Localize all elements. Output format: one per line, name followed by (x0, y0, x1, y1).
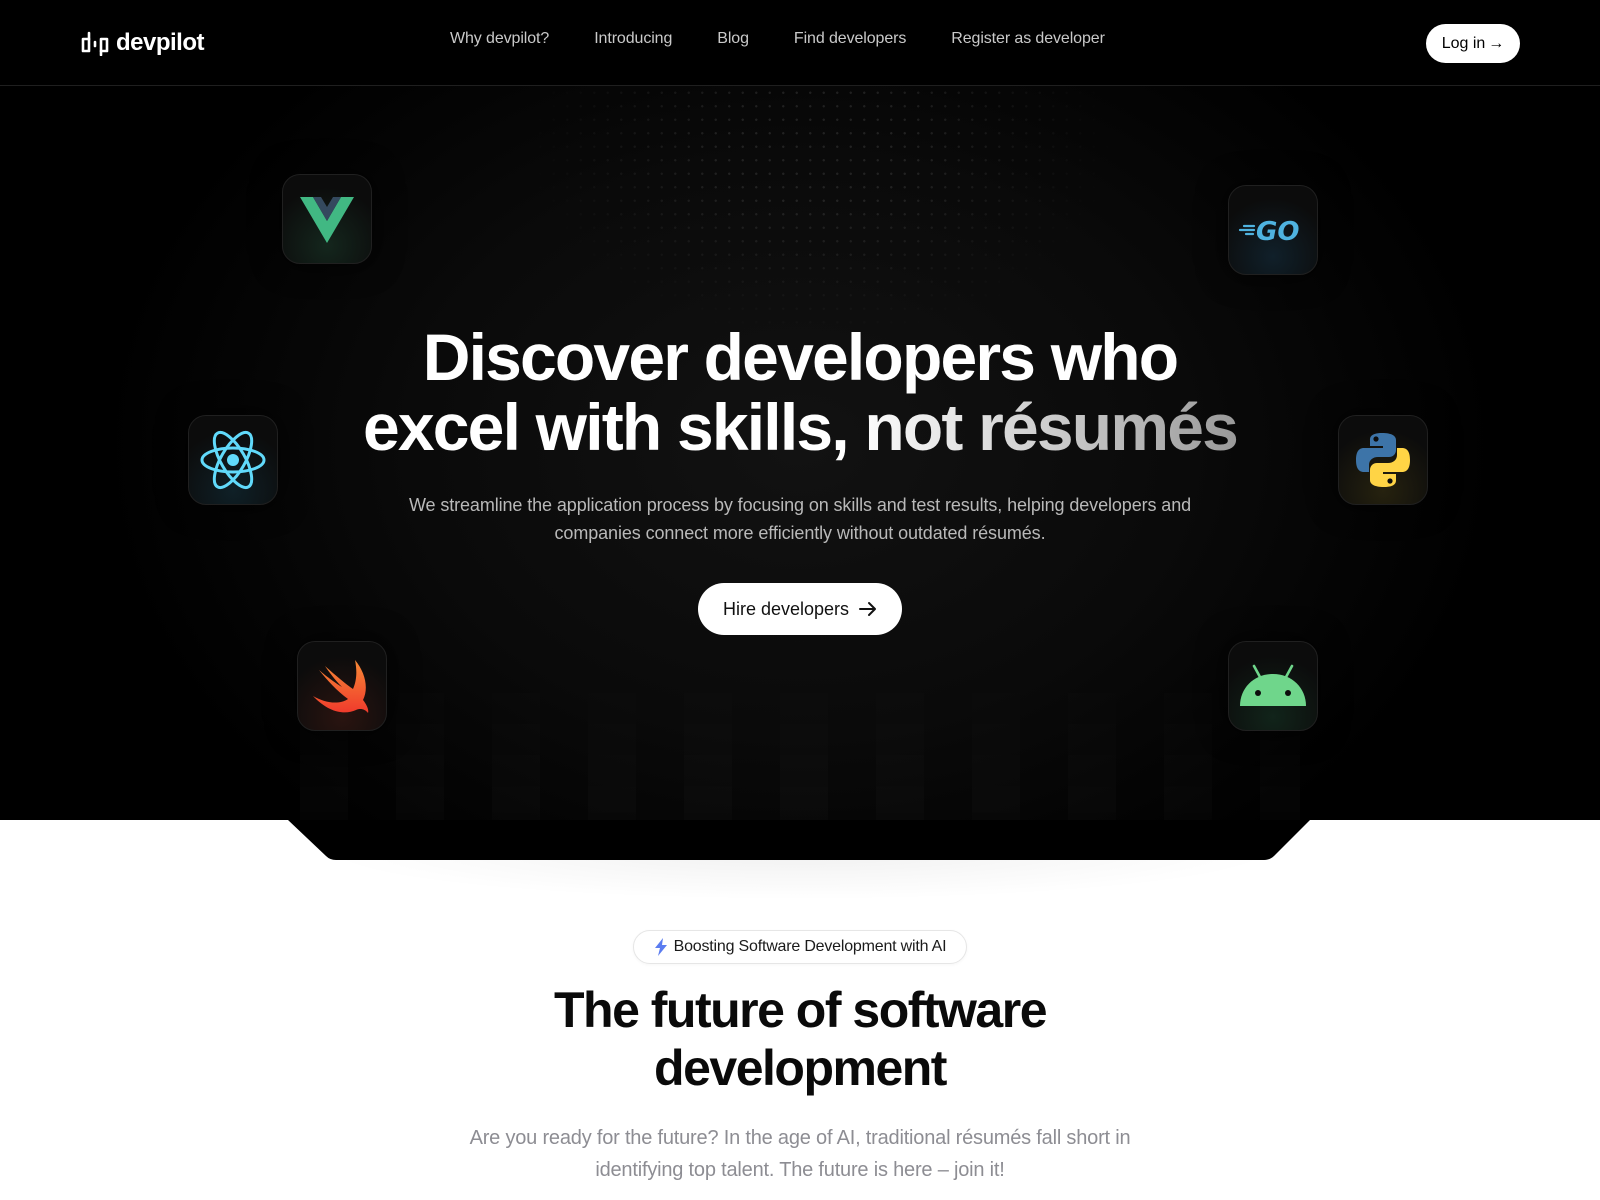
logo-text: devpilot (116, 29, 205, 56)
lightning-icon (654, 938, 667, 956)
login-button[interactable]: Log in → (1426, 24, 1520, 63)
hero-section: GO Discover developers who excel with sk… (0, 86, 1600, 820)
nav-introducing[interactable]: Introducing (594, 30, 672, 48)
android-logo-icon (1240, 664, 1306, 706)
hero-title-line2b: not résumés (847, 390, 1238, 464)
future-title: The future of software development (0, 981, 1600, 1097)
dot-grid-background (520, 86, 1120, 326)
arrow-right-icon: → (1488, 34, 1505, 52)
tech-tile-android (1228, 641, 1318, 731)
future-subtitle: Are you ready for the future? In the age… (469, 1127, 1131, 1181)
arrow-right-icon (859, 602, 877, 616)
logo-link[interactable]: devpilot (80, 27, 205, 59)
stripe-background (300, 646, 1300, 820)
nav-find-developers[interactable]: Find developers (794, 30, 906, 48)
main-nav: Why devpilot? Introducing Blog Find deve… (450, 30, 1105, 48)
nav-register-as-developer[interactable]: Register as developer (951, 30, 1105, 48)
future-title-line2: development (654, 1040, 947, 1096)
future-title-line1: The future of software (553, 982, 1048, 1038)
vue-logo-icon (300, 197, 354, 243)
hero-title-line2a: excel with skills, (362, 390, 850, 464)
nav-why-devpilot[interactable]: Why devpilot? (450, 30, 549, 48)
hire-developers-label: Hire developers (722, 598, 850, 619)
tech-tile-swift (297, 641, 387, 731)
hero-subtitle: We streamline the application process by… (408, 495, 1192, 543)
hero-title-line1: Discover developers who (422, 320, 1179, 394)
site-header: devpilot Why devpilot? Introducing Blog … (0, 0, 1600, 86)
tech-tile-go: GO (1228, 185, 1318, 275)
badge-label: Boosting Software Development with AI (673, 938, 947, 955)
devpilot-logo-icon (81, 31, 109, 56)
go-logo-icon: GO (1238, 217, 1299, 245)
login-label: Log in (1441, 34, 1486, 52)
section-glow (300, 850, 1300, 930)
hero-bottom-tab (0, 820, 1600, 860)
svg-text:GO: GO (1256, 217, 1299, 245)
hire-developers-button[interactable]: Hire developers (698, 583, 902, 635)
swift-logo-icon (313, 660, 369, 713)
ai-badge: Boosting Software Development with AI (633, 930, 967, 964)
tech-tile-vue (282, 174, 372, 264)
hero-title: Discover developers who excel with skill… (0, 322, 1600, 462)
nav-blog[interactable]: Blog (717, 30, 749, 48)
